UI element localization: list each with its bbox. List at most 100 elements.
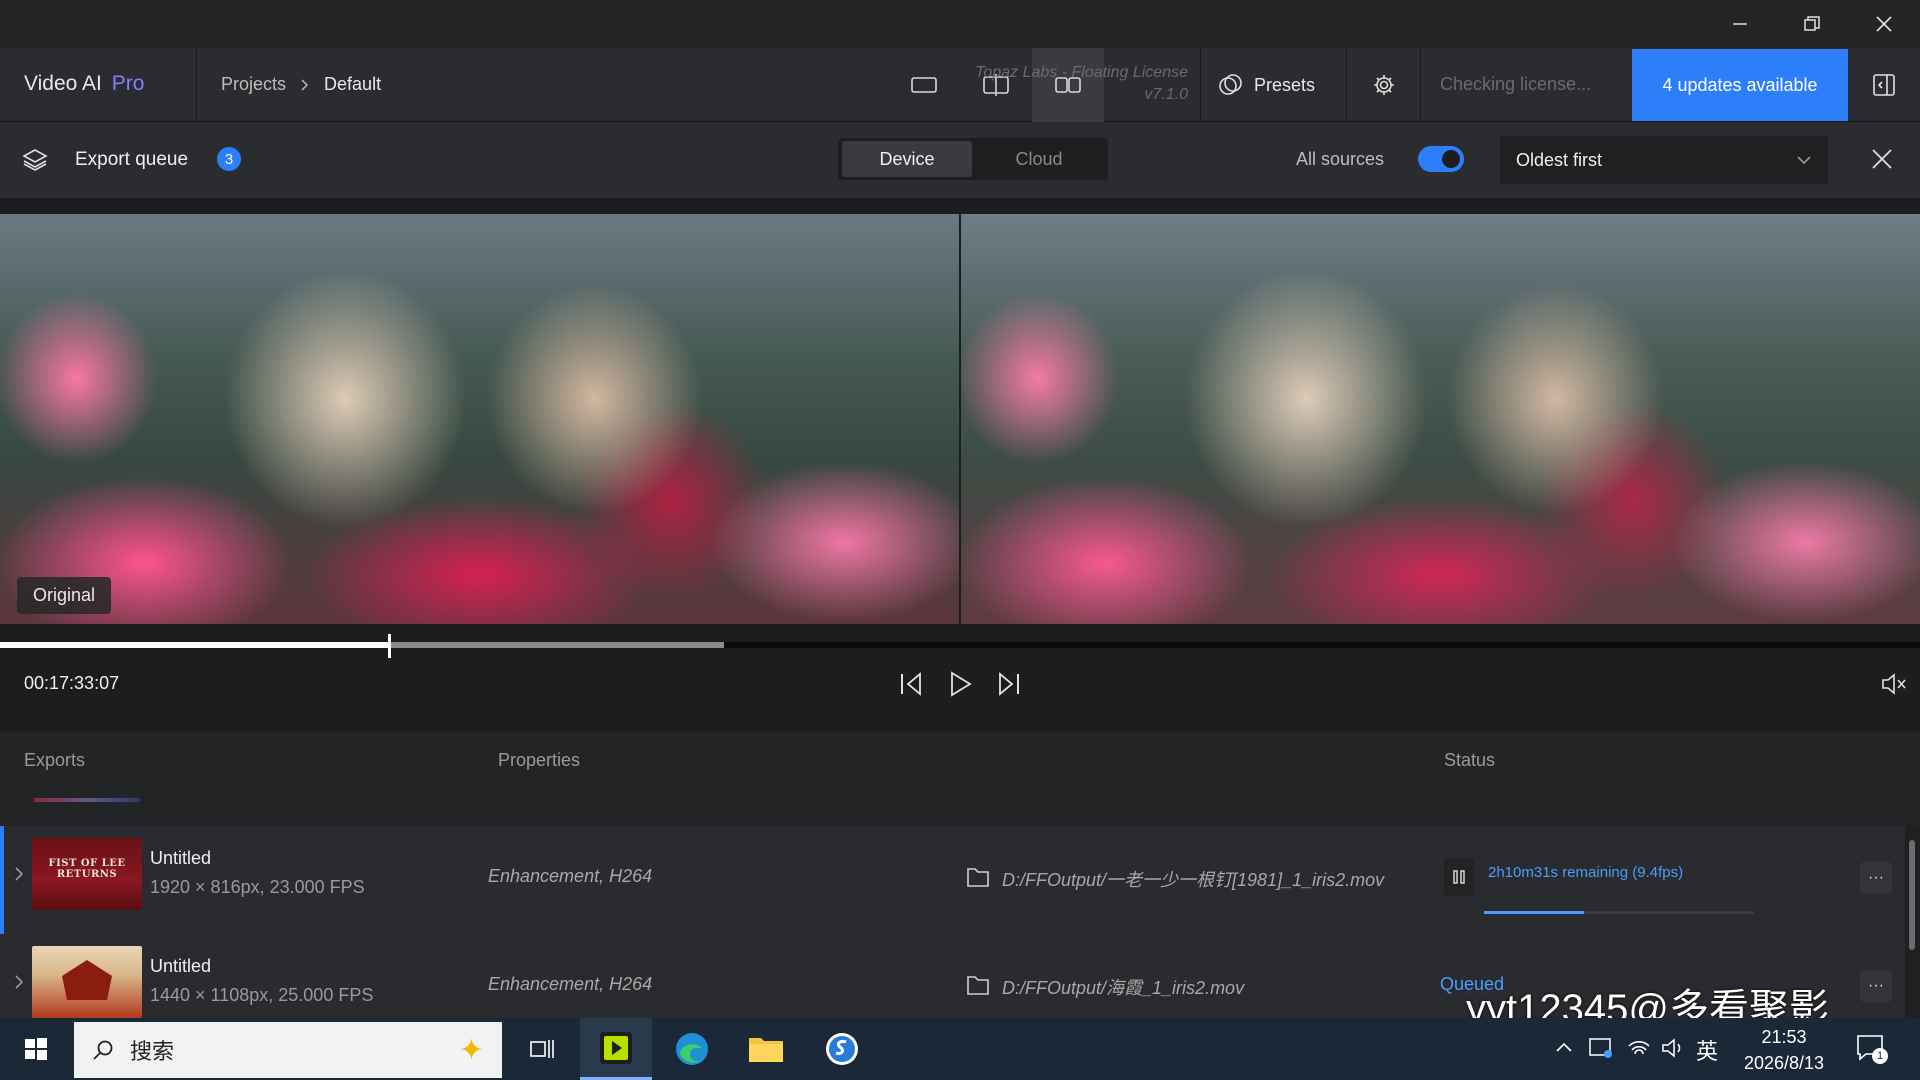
folder-icon[interactable]: [966, 866, 990, 888]
enhanced-preview[interactable]: [961, 214, 1920, 624]
played-bar: [0, 642, 390, 648]
more-icon: ···: [1868, 977, 1884, 994]
output-path[interactable]: D:/FFOutput/一老一少一根钉[1981]_1_iris2.mov: [1002, 866, 1384, 892]
taskbar-clock[interactable]: 21:53 2026/8/13: [1734, 1024, 1834, 1076]
mute-button[interactable]: [1880, 672, 1908, 696]
more-options-button[interactable]: ···: [1860, 862, 1892, 894]
windows-logo-icon: [25, 1038, 47, 1060]
folder-icon[interactable]: [966, 974, 990, 996]
toggle-panel-button[interactable]: [1848, 48, 1920, 122]
all-sources-toggle[interactable]: [1418, 146, 1464, 172]
app-name: Video AI: [24, 72, 102, 95]
chevron-down-icon: [1797, 156, 1811, 165]
taskbar-app-sogou[interactable]: [806, 1018, 878, 1080]
taskbar-app-video-ai[interactable]: [580, 1018, 652, 1080]
step-back-icon: [901, 672, 921, 696]
task-view-icon: [530, 1040, 554, 1058]
pause-icon: [1453, 870, 1465, 884]
breadcrumb-projects[interactable]: Projects: [221, 74, 286, 95]
notifications-button[interactable]: 1: [1856, 1034, 1888, 1064]
export-thumbnail: FIST OF LEE RETURNS: [32, 838, 142, 910]
export-thumbnail: [32, 946, 142, 1018]
sparkle-icon: ✦: [458, 1033, 484, 1067]
restore-button[interactable]: [1776, 0, 1848, 48]
thumbnail-building: [62, 960, 112, 1000]
app-edition: Pro: [111, 72, 145, 95]
expand-row-button[interactable]: [12, 866, 26, 882]
license-title: Topaz Labs - Floating License: [975, 64, 1188, 81]
start-button[interactable]: [0, 1018, 72, 1080]
clock-time: 21:53: [1761, 1027, 1807, 1047]
taskbar-search-box[interactable]: 搜索 ✦: [74, 1022, 502, 1078]
column-exports: Exports: [24, 750, 86, 770]
column-status: Status: [1444, 750, 1496, 770]
expand-row-button[interactable]: [12, 974, 26, 990]
header-divider: [1420, 48, 1421, 122]
play-button[interactable]: [946, 670, 974, 698]
header-divider: [196, 48, 197, 122]
app-version: v7.1.0: [1144, 86, 1188, 103]
speaker-muted-icon: [1882, 673, 1906, 695]
taskbar-app-edge[interactable]: [656, 1018, 728, 1080]
export-status: 2h10m31s remaining (9.4fps): [1488, 864, 1684, 881]
ime-indicator[interactable]: 英: [1696, 1034, 1718, 1066]
tab-device[interactable]: Device: [842, 141, 972, 177]
close-icon: [1876, 16, 1892, 32]
scrollbar-track[interactable]: [1905, 826, 1920, 1018]
chevron-right-icon: [15, 975, 24, 989]
taskbar-app-file-explorer[interactable]: [730, 1018, 802, 1080]
restore-icon: [1804, 16, 1820, 31]
previous-frame-button[interactable]: [898, 670, 926, 698]
volume-icon[interactable]: [1660, 1036, 1686, 1060]
presets-icon: [1219, 74, 1242, 95]
export-name: Untitled: [150, 956, 212, 976]
export-specs: 1440 × 1108px, 25.000 FPS: [150, 985, 374, 1005]
updates-button[interactable]: 4 updates available: [1632, 49, 1848, 121]
toggle-knob: [1442, 150, 1460, 168]
header-divider: [1200, 48, 1201, 122]
close-icon: [1872, 149, 1892, 169]
gear-icon: [1374, 75, 1394, 95]
window-titlebar: [0, 0, 1920, 48]
more-icon: ···: [1868, 869, 1884, 886]
wifi-icon[interactable]: [1626, 1036, 1652, 1060]
minimize-button[interactable]: [1704, 0, 1776, 48]
app-logo: Video AI Pro: [24, 72, 144, 96]
sort-dropdown[interactable]: Oldest first: [1500, 136, 1828, 184]
scrollbar-thumb[interactable]: [1909, 840, 1915, 950]
playhead[interactable]: [388, 634, 391, 658]
settings-button[interactable]: [1348, 48, 1420, 122]
sidebar-panel-icon: [1873, 74, 1895, 96]
search-placeholder: 搜索: [130, 1039, 175, 1064]
chevron-up-icon: [1556, 1042, 1572, 1052]
sogou-input-icon: [826, 1033, 858, 1065]
more-options-button[interactable]: ···: [1860, 970, 1892, 1002]
pause-button[interactable]: [1444, 858, 1474, 896]
tray-app-icon[interactable]: [1588, 1036, 1614, 1060]
tab-cloud[interactable]: Cloud: [974, 141, 1104, 177]
column-properties: Properties: [498, 750, 581, 770]
license-info: Topaz Labs - Floating License v7.1.0: [920, 62, 1188, 106]
layers-icon: [22, 147, 48, 173]
next-frame-button[interactable]: [994, 670, 1022, 698]
export-properties: Enhancement, H264: [488, 866, 653, 886]
original-label: Original: [17, 577, 112, 614]
search-icon: [93, 1040, 113, 1060]
folder-app-icon: [749, 1038, 783, 1062]
license-status: Checking license...: [1440, 74, 1592, 94]
original-preview[interactable]: [0, 214, 959, 624]
chevron-right-icon: [301, 78, 309, 91]
task-view-button[interactable]: [506, 1018, 578, 1080]
close-window-button[interactable]: [1848, 0, 1920, 48]
chevron-right-icon: [15, 867, 24, 881]
show-hidden-icons-button[interactable]: [1554, 1038, 1574, 1058]
video-ai-app-icon: [600, 1031, 632, 1064]
presets-button[interactable]: Presets: [1218, 72, 1315, 98]
close-queue-button[interactable]: [1870, 147, 1894, 171]
presets-label: Presets: [1254, 74, 1316, 95]
output-path[interactable]: D:/FFOutput/海霞_1_iris2.mov: [1002, 974, 1244, 1000]
export-queue-title: Export queue: [75, 149, 189, 170]
step-forward-icon: [999, 672, 1019, 696]
header-divider: [1346, 48, 1347, 122]
minimize-icon: [1733, 23, 1747, 25]
